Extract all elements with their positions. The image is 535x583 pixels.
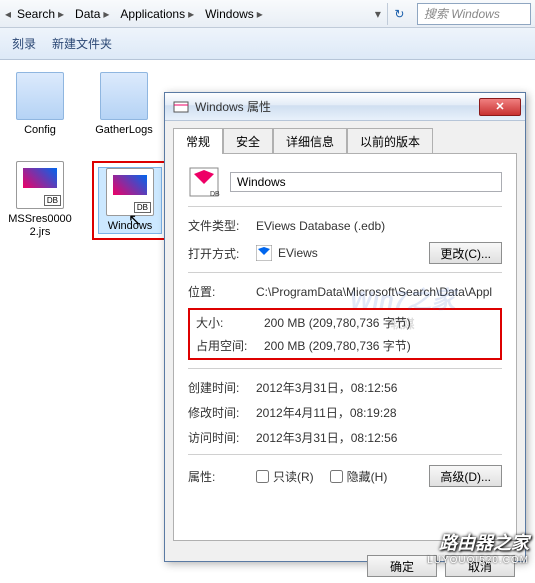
highlight-box: 大小:200 MB (209,780,736 字节) 占用空间:200 MB (…	[188, 308, 502, 360]
openwith-value: EViews	[278, 246, 318, 260]
chevron-down-icon: ▾	[374, 7, 382, 21]
sizeondisk-value: 200 MB (209,780,736 字节)	[264, 337, 494, 354]
properties-dialog: Windows 属性 ✕ 常规 安全 详细信息 以前的版本 DB 文件类型:EV…	[164, 92, 526, 562]
titlebar[interactable]: Windows 属性 ✕	[165, 93, 525, 121]
tab-previous[interactable]: 以前的版本	[347, 128, 433, 154]
burn-button[interactable]: 刻录	[12, 35, 36, 52]
window-icon	[173, 99, 189, 115]
created-label: 创建时间:	[188, 379, 256, 396]
svg-text:DB: DB	[210, 191, 220, 198]
created-value: 2012年3月31日，08:12:56	[256, 379, 502, 396]
size-value: 200 MB (209,780,736 字节)	[264, 314, 494, 331]
folder-icon	[16, 72, 64, 120]
folder-icon	[100, 72, 148, 120]
accessed-value: 2012年3月31日，08:12:56	[256, 429, 502, 446]
cancel-button[interactable]: 取消	[445, 555, 515, 577]
advanced-button[interactable]: 高级(D)...	[429, 465, 502, 487]
location-label: 位置:	[188, 283, 256, 300]
hidden-checkbox[interactable]: 隐藏(H)	[330, 468, 388, 485]
modified-label: 修改时间:	[188, 404, 256, 421]
breadcrumb-seg[interactable]: Windows▸	[200, 3, 269, 25]
tab-general[interactable]: 常规	[173, 128, 223, 154]
ok-button[interactable]: 确定	[367, 555, 437, 577]
location-value: C:\ProgramData\Microsoft\Search\Data\App…	[256, 285, 502, 299]
openwith-label: 打开方式:	[188, 245, 256, 262]
command-bar: 刻录 新建文件夹	[0, 28, 535, 60]
change-button[interactable]: 更改(C)...	[429, 242, 502, 264]
tab-details[interactable]: 详细信息	[273, 128, 347, 154]
filename-input[interactable]	[230, 172, 502, 192]
search-input[interactable]: 搜索 Windows	[417, 3, 531, 25]
edb-icon	[106, 168, 154, 216]
size-label: 大小:	[196, 314, 264, 331]
chevron-right-icon: ▸	[57, 7, 65, 21]
accessed-label: 访问时间:	[188, 429, 256, 446]
file-label: Windows	[99, 220, 161, 233]
breadcrumb-dropdown[interactable]: ▾	[369, 3, 387, 25]
sizeondisk-label: 占用空间:	[196, 337, 264, 354]
refresh-button[interactable]: ↻	[387, 3, 411, 25]
filetype-value: EViews Database (.edb)	[256, 219, 502, 233]
tab-security[interactable]: 安全	[223, 128, 273, 154]
window-title: Windows 属性	[195, 98, 479, 115]
chevron-right-icon: ▸	[187, 7, 195, 21]
chevron-right-icon: ▸	[102, 7, 110, 21]
new-folder-button[interactable]: 新建文件夹	[52, 35, 112, 52]
folder-item[interactable]: GatherLogs	[92, 72, 156, 137]
tab-strip: 常规 安全 详细信息 以前的版本	[165, 121, 525, 153]
modified-value: 2012年4月11日，08:19:28	[256, 404, 502, 421]
readonly-checkbox[interactable]: 只读(R)	[256, 468, 314, 485]
file-label: Config	[8, 124, 72, 137]
breadcrumb-seg[interactable]: Applications▸	[115, 3, 200, 25]
highlight-box: Windows	[92, 161, 168, 240]
doc-icon	[16, 161, 64, 209]
nav-back-icon[interactable]: ◂	[4, 7, 12, 21]
close-button[interactable]: ✕	[479, 98, 521, 116]
breadcrumb-bar: ◂ Search▸ Data▸ Applications▸ Windows▸ ▾…	[0, 0, 535, 28]
file-type-icon: DB	[188, 166, 220, 198]
file-item[interactable]: MSSres0000 2.jrs	[8, 161, 72, 240]
file-item-selected[interactable]: Windows	[98, 167, 162, 234]
chevron-right-icon: ▸	[256, 7, 264, 21]
breadcrumb-seg[interactable]: Data▸	[70, 3, 115, 25]
app-icon	[256, 245, 272, 261]
file-label: GatherLogs	[92, 124, 156, 137]
file-label: MSSres0000 2.jrs	[8, 213, 72, 239]
breadcrumb-seg[interactable]: Search▸	[12, 3, 70, 25]
attrs-label: 属性:	[188, 468, 256, 485]
tab-panel: DB 文件类型:EViews Database (.edb) 打开方式: EVi…	[173, 153, 517, 541]
dialog-buttons: 确定 取消	[165, 549, 525, 583]
folder-item[interactable]: Config	[8, 72, 72, 137]
filetype-label: 文件类型:	[188, 217, 256, 234]
